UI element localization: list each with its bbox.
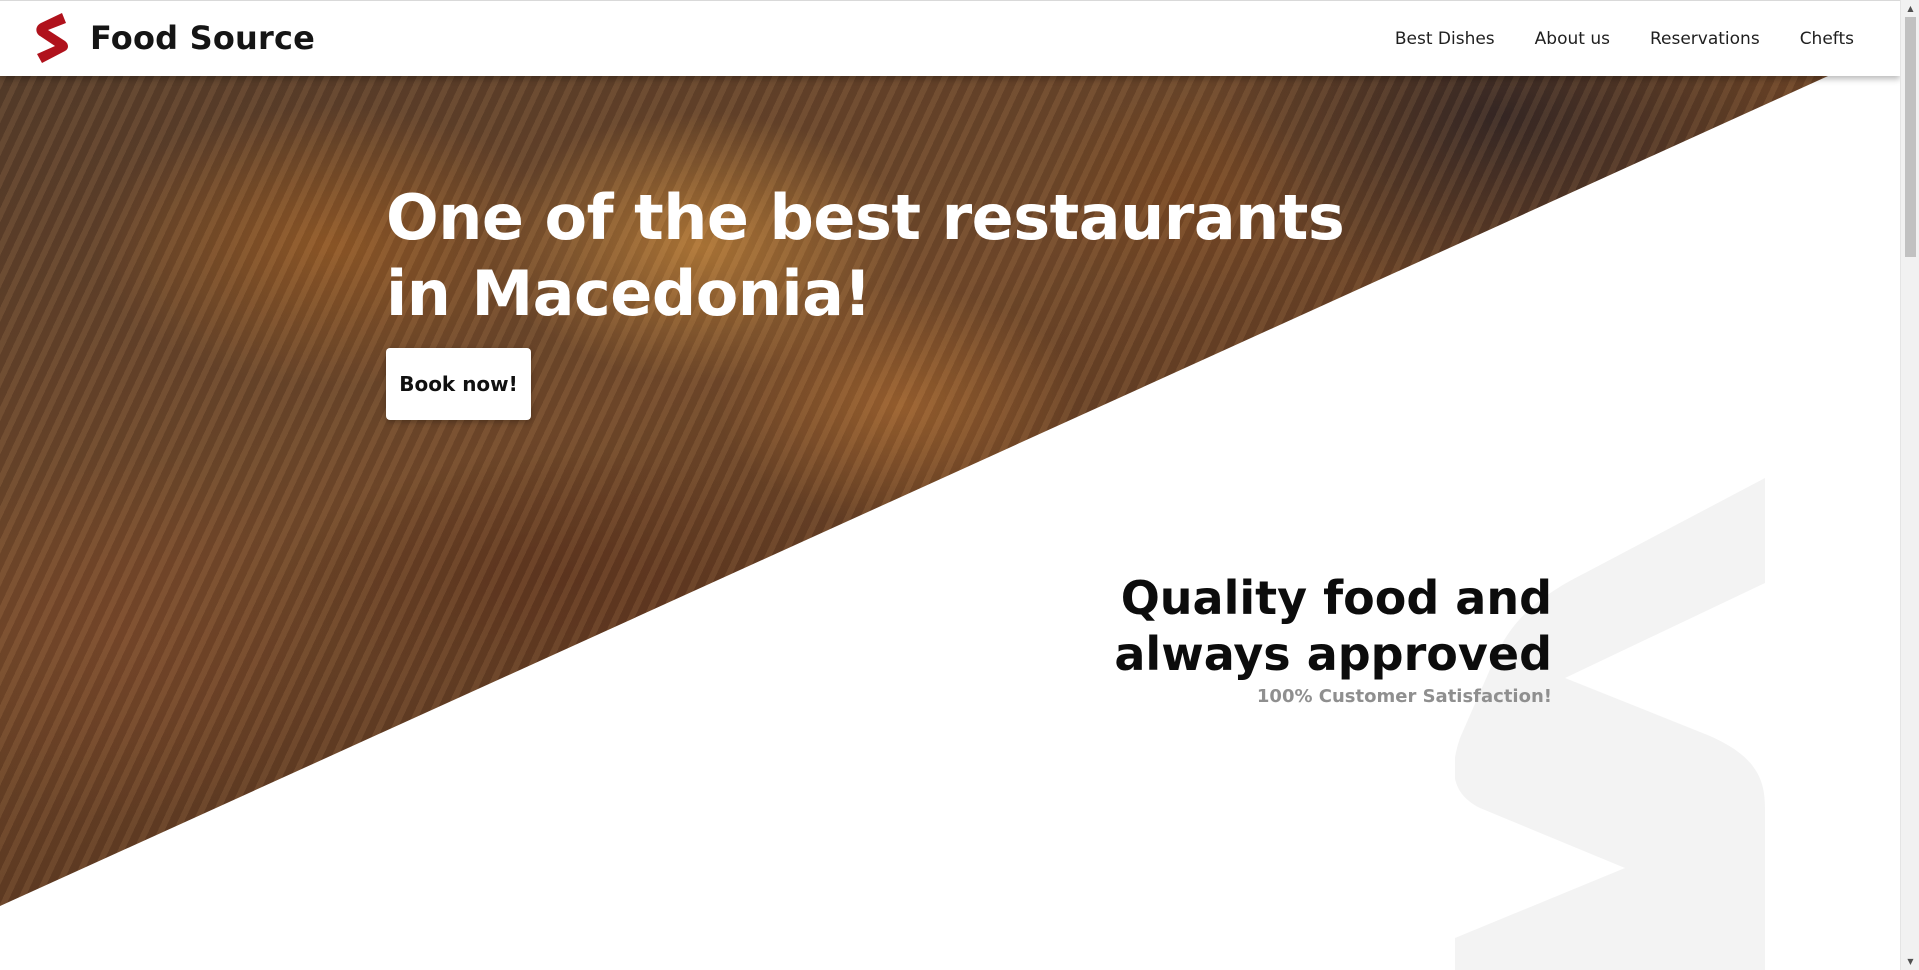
quality-title-line-2: always approved (1114, 627, 1552, 681)
quality-title: Quality food and always approved (1000, 570, 1552, 682)
quality-section: Quality food and always approved 100% Cu… (1000, 570, 1552, 707)
hero-content: One of the best restaurants in Macedonia… (386, 180, 1386, 420)
quality-title-line-1: Quality food and (1120, 571, 1552, 625)
vertical-scrollbar[interactable]: ▲ ▼ (1900, 0, 1919, 970)
book-now-button[interactable]: Book now! (386, 348, 531, 420)
nav-reservations[interactable]: Reservations (1650, 29, 1760, 49)
hero-title: One of the best restaurants in Macedonia… (386, 181, 1345, 330)
hero-section: One of the best restaurants in Macedonia… (0, 76, 1900, 970)
nav-about-us[interactable]: About us (1535, 29, 1610, 49)
brand-name: Food Source (90, 19, 316, 57)
s-watermark-icon (1455, 478, 1765, 970)
scrollbar-thumb[interactable] (1905, 17, 1916, 257)
page: Food Source Best Dishes About us Reserva… (0, 0, 1919, 970)
nav-best-dishes[interactable]: Best Dishes (1395, 29, 1495, 49)
nav-chefs[interactable]: Chefts (1800, 29, 1854, 49)
brand-link[interactable]: Food Source (36, 13, 315, 63)
quality-subtitle: 100% Customer Satisfaction! (1256, 686, 1552, 707)
scroll-down-icon[interactable]: ▼ (1901, 953, 1919, 970)
scroll-up-icon[interactable]: ▲ (1901, 0, 1919, 17)
navbar: Food Source Best Dishes About us Reserva… (0, 0, 1900, 76)
s-logo-icon (36, 13, 68, 63)
main-nav: Best Dishes About us Reservations Chefts (1355, 1, 1854, 77)
